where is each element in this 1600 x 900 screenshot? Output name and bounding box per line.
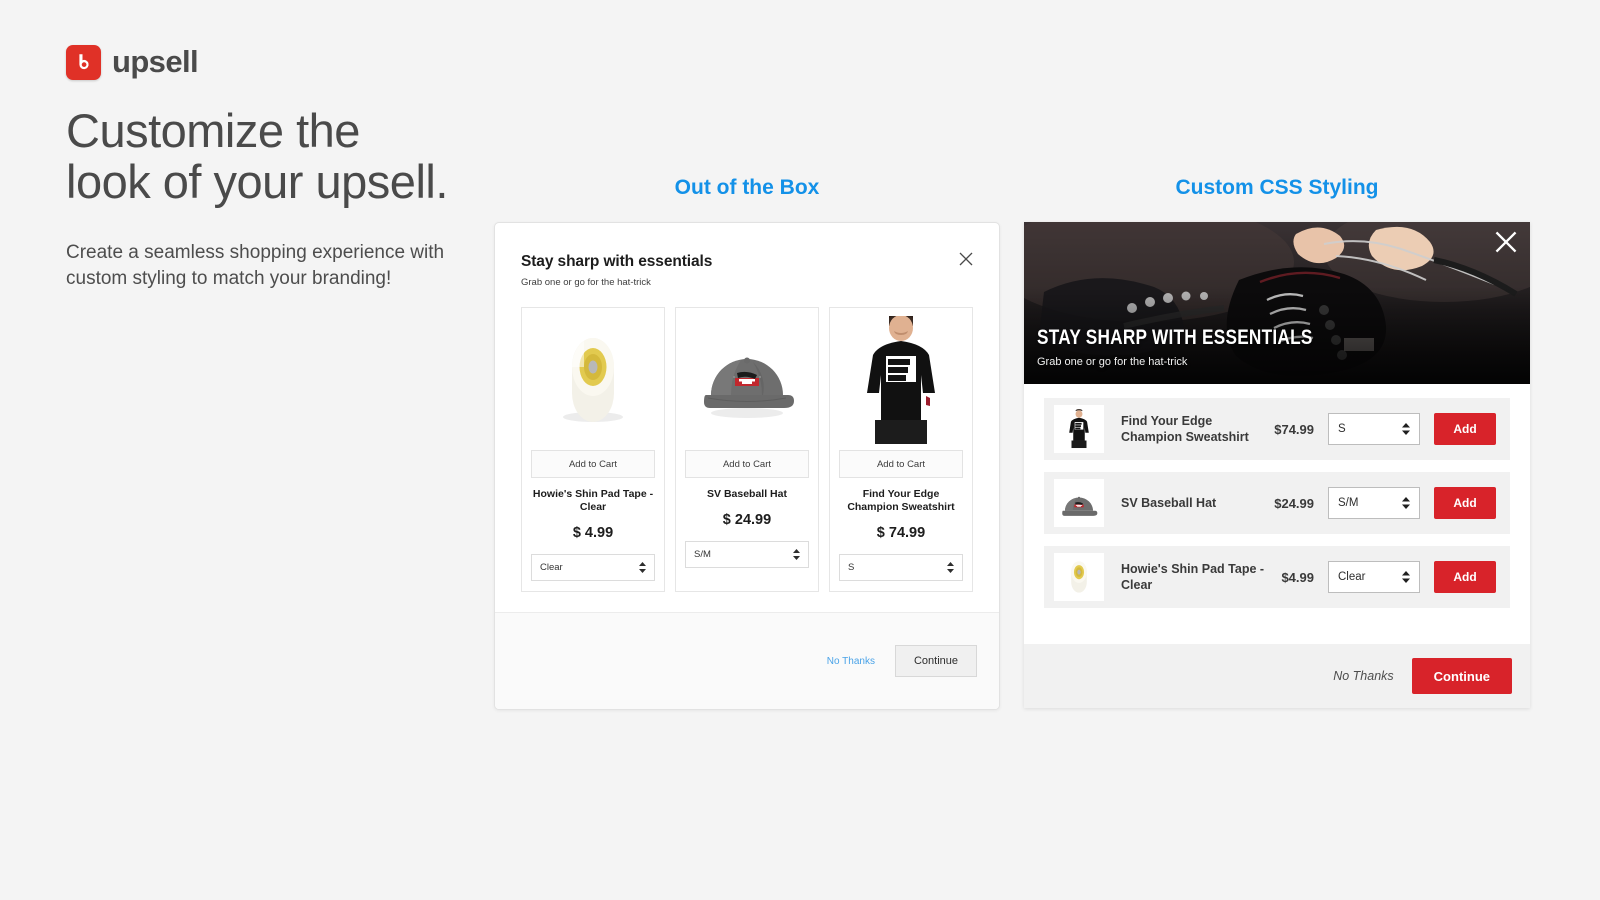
select-arrows-icon [1402, 571, 1410, 583]
select-arrows-icon [1402, 423, 1410, 435]
headline-line-2: look of your upsell. [66, 154, 448, 208]
custom-modal-footer: No Thanks Continue [1024, 644, 1530, 708]
variant-select-value: Clear [540, 562, 563, 574]
variant-select[interactable]: S [839, 554, 963, 582]
add-to-cart-button[interactable]: Add to Cart [685, 450, 809, 478]
upsell-b-logo-icon [66, 44, 101, 80]
heading-custom-css-styling: Custom CSS Styling [1175, 176, 1379, 199]
hero-title: Stay sharp with essentials [1037, 326, 1313, 349]
product-card: Add to Cart SV Baseball Hat $ 24.99 S/M [675, 307, 819, 593]
variant-select-value: S [1338, 423, 1346, 435]
close-icon[interactable] [1495, 231, 1517, 253]
variant-select-value: S/M [694, 549, 711, 561]
product-row: Find Your Edge Champion Sweatshirt $74.9… [1044, 398, 1510, 460]
product-price: $ 4.99 [572, 525, 614, 542]
ootb-product-grid: Add to Cart Howie's Shin Pad Tape - Clea… [521, 307, 973, 593]
brand-logo: upsell [66, 44, 486, 80]
headline-line-1: Customize the [66, 104, 360, 157]
ootb-title: Stay sharp with essentials [521, 253, 713, 270]
black-sweatshirt-model-image [1054, 405, 1104, 453]
custom-product-rows: Find Your Edge Champion Sweatshirt $74.9… [1024, 384, 1530, 620]
heading-out-of-the-box: Out of the Box [674, 176, 820, 199]
product-name: Find Your Edge Champion Sweatshirt [847, 488, 955, 514]
add-button[interactable]: Add [1434, 561, 1496, 593]
product-row: Howie's Shin Pad Tape - Clear $4.99 Clea… [1044, 546, 1510, 608]
add-button[interactable]: Add [1434, 487, 1496, 519]
variant-select[interactable]: Clear [1328, 561, 1420, 593]
gray-baseball-hat-image [685, 316, 809, 444]
select-arrows-icon [1402, 497, 1410, 509]
variant-select-value: S/M [1338, 497, 1359, 509]
product-name: SV Baseball Hat [1121, 495, 1217, 510]
ootb-subtitle: Grab one or go for the hat-trick [521, 277, 651, 288]
product-price: $74.99 [1274, 421, 1314, 437]
no-thanks-link[interactable]: No Thanks [1333, 669, 1393, 683]
gray-baseball-hat-image [1054, 479, 1104, 527]
select-arrows-icon [947, 562, 954, 574]
variant-select[interactable]: S/M [1328, 487, 1420, 519]
continue-button[interactable]: Continue [894, 645, 977, 677]
out-of-the-box-upsell-modal: Stay sharp with essentials Grab one or g… [494, 222, 1000, 710]
select-arrows-icon [639, 562, 646, 574]
page-title: Customize the look of your upsell. [66, 104, 486, 208]
intro-body-text: Create a seamless shopping experience wi… [66, 241, 445, 290]
add-to-cart-button[interactable]: Add to Cart [531, 450, 655, 478]
ootb-modal-footer: No Thanks Continue [495, 612, 999, 709]
intro-column: upsell Customize the look of your upsell… [66, 44, 486, 293]
black-sweatshirt-model-image [839, 316, 963, 444]
product-card: Add to Cart Find Your Edge Champion Swea… [829, 307, 973, 593]
product-price: $ 74.99 [876, 525, 926, 542]
product-price: $4.99 [1281, 569, 1314, 585]
hockey-skate-lacing-photo: Stay sharp with essentials Grab one or g… [1024, 222, 1530, 384]
product-name: Find Your Edge Champion Sweatshirt [1121, 413, 1249, 444]
continue-button[interactable]: Continue [1411, 658, 1512, 694]
select-arrows-icon [793, 549, 800, 561]
clear-tape-roll-image [531, 316, 655, 444]
ootb-modal-body: Stay sharp with essentials Grab one or g… [495, 223, 999, 593]
brand-name: upsell [112, 44, 199, 79]
variant-select-value: Clear [1338, 571, 1366, 583]
hero-text-block: Stay sharp with essentials Grab one or g… [1037, 326, 1373, 368]
no-thanks-link[interactable]: No Thanks [827, 656, 875, 667]
variant-select[interactable]: S/M [685, 541, 809, 569]
product-name: SV Baseball Hat [707, 488, 787, 500]
variant-select[interactable]: S [1328, 413, 1420, 445]
product-row: SV Baseball Hat $24.99 S/M Add [1044, 472, 1510, 534]
custom-css-upsell-modal: Stay sharp with essentials Grab one or g… [1024, 222, 1530, 708]
variant-select[interactable]: Clear [531, 554, 655, 582]
product-name: Howie's Shin Pad Tape - Clear [532, 488, 654, 514]
add-button[interactable]: Add [1434, 413, 1496, 445]
product-name: Howie's Shin Pad Tape - Clear [1121, 561, 1265, 592]
clear-tape-roll-image [1054, 553, 1104, 601]
close-icon[interactable] [955, 248, 977, 270]
hero-subtitle: Grab one or go for the hat-trick [1037, 356, 1188, 368]
product-price: $24.99 [1274, 495, 1314, 511]
add-to-cart-button[interactable]: Add to Cart [839, 450, 963, 478]
variant-select-value: S [848, 562, 855, 574]
product-card: Add to Cart Howie's Shin Pad Tape - Clea… [521, 307, 665, 593]
product-price: $ 24.99 [722, 512, 772, 529]
